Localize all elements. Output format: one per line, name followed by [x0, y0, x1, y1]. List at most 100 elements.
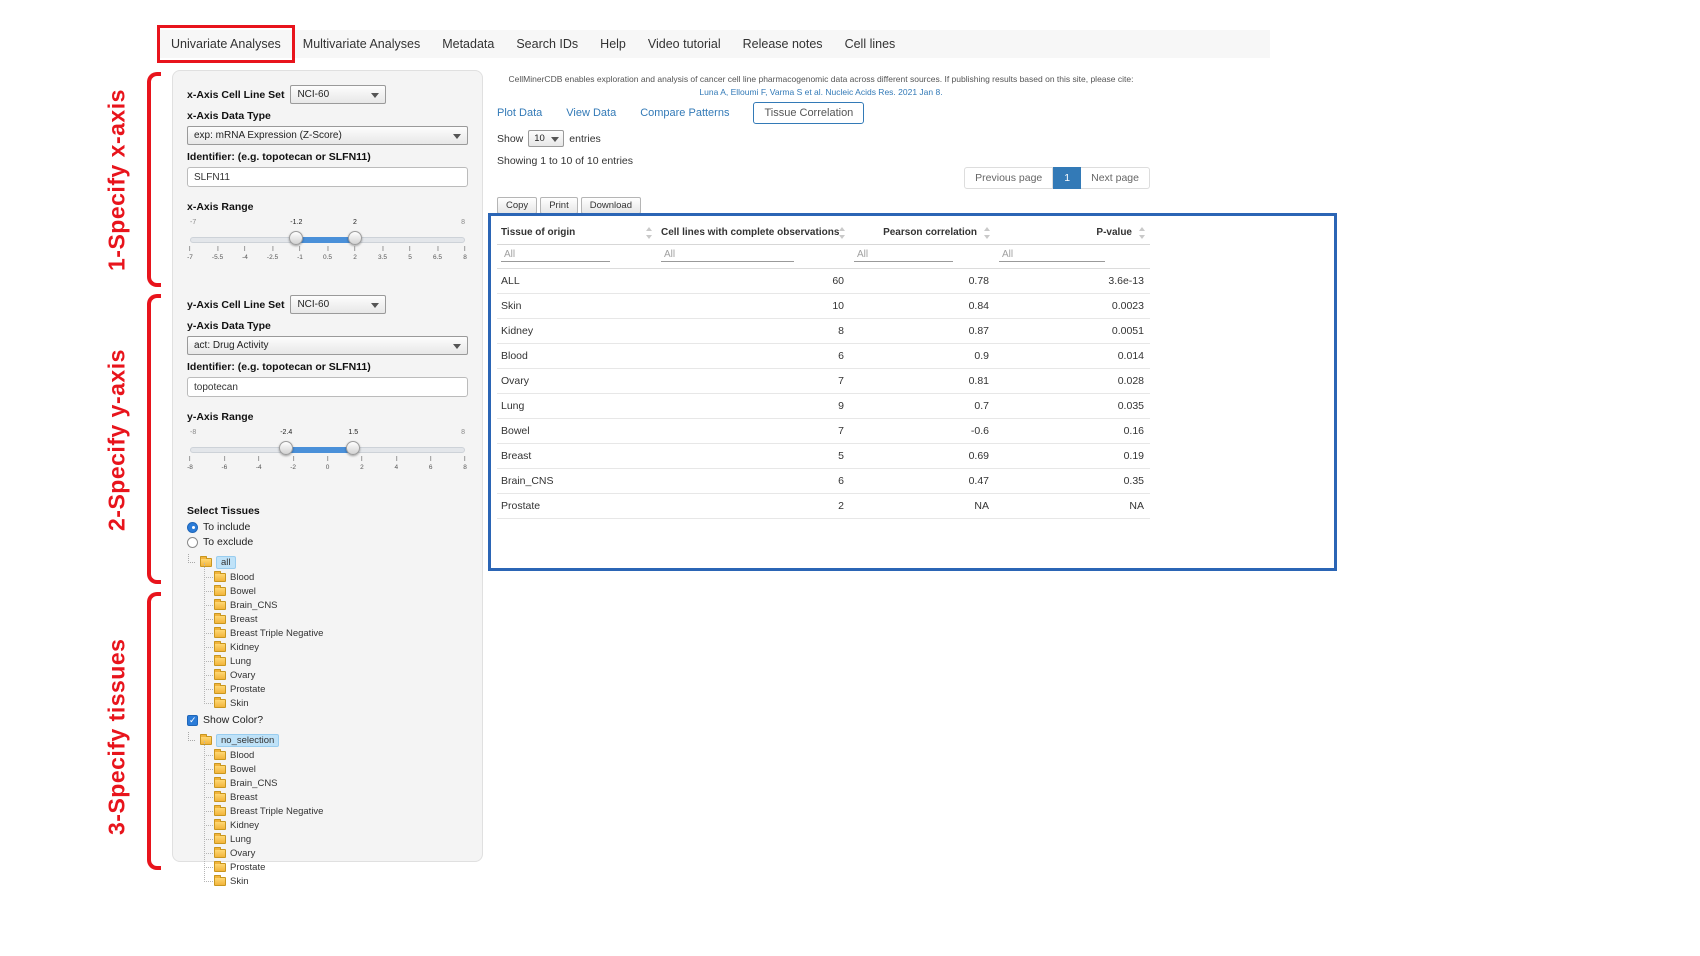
tree-item-tissue[interactable]: Ovary: [201, 846, 468, 860]
tree-item-tissue[interactable]: Skin: [201, 874, 468, 888]
next-page-button[interactable]: Next page: [1081, 167, 1150, 189]
y-data-type-select[interactable]: act: Drug Activity: [187, 336, 468, 355]
column-header[interactable]: Tissue of origin: [497, 221, 657, 245]
nav-item[interactable]: Univariate Analyses: [160, 30, 292, 58]
column-filter-input[interactable]: [661, 248, 794, 262]
y-cell-line-set-select[interactable]: NCI-60: [290, 295, 386, 314]
sort-icon[interactable]: [645, 227, 653, 239]
x-axis-range-slider[interactable]: -7 8 -1.2 2 -7-5.5-4-2.5-10.523.556.58: [190, 229, 465, 281]
tab[interactable]: Plot Data: [497, 107, 542, 119]
slider-low-handle[interactable]: [279, 441, 293, 455]
tree-item-tissue[interactable]: Breast: [201, 612, 468, 626]
nav-item[interactable]: Help: [589, 30, 637, 58]
column-filter-input[interactable]: [999, 248, 1105, 262]
show-color-checkbox[interactable]: [187, 715, 198, 726]
nav-item[interactable]: Search IDs: [505, 30, 589, 58]
table-row[interactable]: Breast 5 0.69 0.19: [497, 444, 1150, 469]
column-header[interactable]: P-value: [995, 221, 1150, 245]
column-header[interactable]: Cell lines with complete observations: [657, 221, 850, 245]
nav-item[interactable]: Cell lines: [834, 30, 907, 58]
tree-item-tissue[interactable]: Skin: [201, 696, 468, 710]
tree-item-tissue[interactable]: Blood: [201, 570, 468, 584]
tab[interactable]: Compare Patterns: [640, 107, 729, 119]
slider-low-handle[interactable]: [289, 231, 303, 245]
show-color-option[interactable]: Show Color?: [187, 714, 468, 726]
folder-icon: [214, 779, 226, 788]
column-filter-input[interactable]: [501, 248, 610, 262]
tree-item-tissue[interactable]: Kidney: [201, 640, 468, 654]
x-data-type-select[interactable]: exp: mRNA Expression (Z-Score): [187, 126, 468, 145]
slider-track[interactable]: [190, 447, 465, 453]
sort-icon[interactable]: [838, 227, 846, 239]
table-row[interactable]: Blood 6 0.9 0.014: [497, 344, 1150, 369]
tree-item-tissue[interactable]: Prostate: [201, 860, 468, 874]
tree-item-label: Kidney: [230, 820, 259, 831]
table-row[interactable]: Lung 9 0.7 0.035: [497, 394, 1150, 419]
table-row[interactable]: Skin 10 0.84 0.0023: [497, 294, 1150, 319]
tab[interactable]: Tissue Correlation: [753, 102, 864, 124]
citation-reference-link[interactable]: Luna A, Elloumi F, Varma S et al. Nuclei…: [699, 86, 942, 99]
page-length-select[interactable]: 10: [528, 130, 564, 147]
tree-root-no-selection[interactable]: no_selection: [187, 732, 468, 748]
table-row[interactable]: Brain_CNS 6 0.47 0.35: [497, 469, 1150, 494]
column-header-label: Cell lines with complete observations: [661, 227, 839, 238]
tree-item-tissue[interactable]: Breast: [201, 790, 468, 804]
cell-tissue: Breast: [497, 444, 657, 469]
tissues-include-option[interactable]: To include: [187, 521, 468, 533]
tree-item-tissue[interactable]: Brain_CNS: [201, 776, 468, 790]
table-row[interactable]: ALL 60 0.78 3.6e-13: [497, 269, 1150, 294]
tree-item-tissue[interactable]: Brain_CNS: [201, 598, 468, 612]
tree-item-tissue[interactable]: Blood: [201, 748, 468, 762]
tree-item-tissue[interactable]: Prostate: [201, 682, 468, 696]
tab[interactable]: View Data: [566, 107, 616, 119]
tissue-color-tree: no_selection Blood Bowel Brai: [187, 732, 468, 888]
tree-elbow-icon[interactable]: [188, 554, 195, 563]
tree-item-tissue[interactable]: Breast Triple Negative: [201, 626, 468, 640]
tree-item-tissue[interactable]: Breast Triple Negative: [201, 804, 468, 818]
column-header[interactable]: Pearson correlation: [850, 221, 995, 245]
table-row[interactable]: Prostate 2 NA NA: [497, 494, 1150, 519]
export-button[interactable]: Copy: [497, 197, 537, 214]
page-1-button[interactable]: 1: [1053, 167, 1081, 189]
slider-high-handle[interactable]: [348, 231, 362, 245]
tree-elbow-icon[interactable]: [188, 732, 195, 741]
annotation-step2-label: 2-Specify y-axis: [100, 335, 134, 545]
previous-page-button[interactable]: Previous page: [964, 167, 1053, 189]
export-button[interactable]: Download: [581, 197, 641, 214]
nav-item[interactable]: Metadata: [431, 30, 505, 58]
tissues-exclude-option[interactable]: To exclude: [187, 536, 468, 548]
show-label: Show: [497, 133, 523, 145]
table-row[interactable]: Bowel 7 -0.6 0.16: [497, 419, 1150, 444]
export-button[interactable]: Print: [540, 197, 578, 214]
sort-icon[interactable]: [1138, 227, 1146, 239]
nav-item[interactable]: Release notes: [732, 30, 834, 58]
tree-root-all[interactable]: all: [187, 554, 468, 570]
nav-item[interactable]: Video tutorial: [637, 30, 732, 58]
tree-item-tissue[interactable]: Bowel: [201, 584, 468, 598]
tree-item-tissue[interactable]: Bowel: [201, 762, 468, 776]
y-axis-range-slider[interactable]: -8 8 -2.4 1.5 -8-6-4-202468: [190, 439, 465, 491]
tree-root-label[interactable]: no_selection: [216, 734, 279, 747]
tree-root-label[interactable]: all: [216, 556, 236, 569]
tree-item-tissue[interactable]: Lung: [201, 832, 468, 846]
table-row[interactable]: Kidney 8 0.87 0.0051: [497, 319, 1150, 344]
include-radio[interactable]: [187, 522, 198, 533]
column-filter-input[interactable]: [854, 248, 953, 262]
tree-item-tissue[interactable]: Kidney: [201, 818, 468, 832]
y-identifier-input[interactable]: [187, 377, 468, 397]
slider-track[interactable]: [190, 237, 465, 243]
control-sidebar: x-Axis Cell Line Set NCI-60 x-Axis Data …: [172, 70, 483, 862]
cell-pearson: 0.81: [850, 369, 995, 394]
slider-high-handle[interactable]: [346, 441, 360, 455]
cell-tissue: Lung: [497, 394, 657, 419]
table-row[interactable]: Ovary 7 0.81 0.028: [497, 369, 1150, 394]
cell-pvalue: 0.014: [995, 344, 1150, 369]
tree-item-label: Lung: [230, 656, 251, 667]
nav-item[interactable]: Multivariate Analyses: [292, 30, 431, 58]
tree-item-tissue[interactable]: Ovary: [201, 668, 468, 682]
sort-icon[interactable]: [983, 227, 991, 239]
exclude-radio[interactable]: [187, 537, 198, 548]
x-cell-line-set-select[interactable]: NCI-60: [290, 85, 386, 104]
tree-item-tissue[interactable]: Lung: [201, 654, 468, 668]
x-identifier-input[interactable]: [187, 167, 468, 187]
